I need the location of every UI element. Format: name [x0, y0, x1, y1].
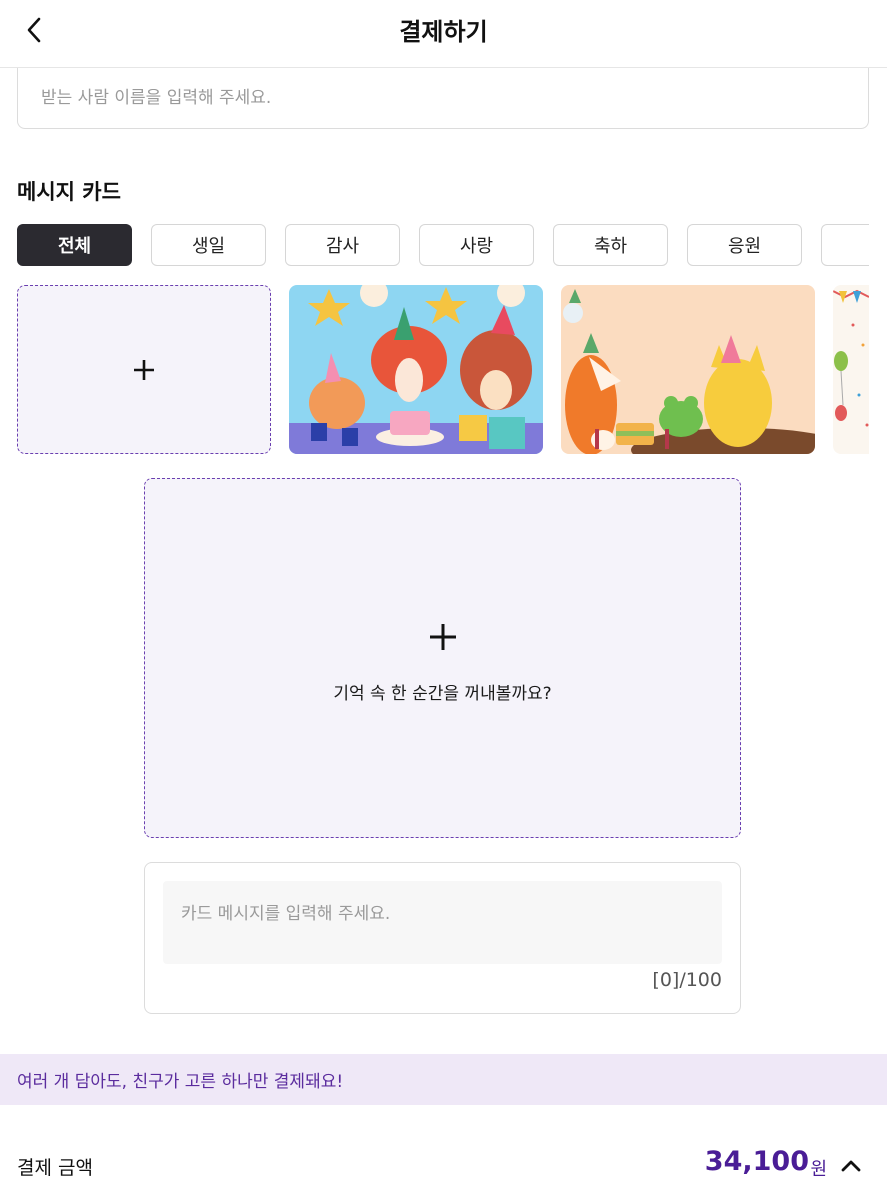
chip-cheer[interactable]: 응원	[687, 224, 802, 266]
card-message-input[interactable]	[163, 881, 722, 964]
character-counter: [0]/100	[652, 969, 722, 991]
card-design-balloons[interactable]	[833, 285, 869, 454]
chevron-up-icon	[841, 1160, 861, 1172]
payment-label: 결제 금액	[17, 1157, 93, 1179]
photo-upload-area[interactable]: 기억 속 한 순간을 꺼내볼까요?	[144, 478, 741, 838]
notice-banner: 여러 개 담아도, 친구가 고른 하나만 결제돼요!	[0, 1054, 887, 1105]
chip-all[interactable]: 전체	[17, 224, 132, 266]
card-carousel	[17, 285, 869, 455]
chip-love[interactable]: 사랑	[419, 224, 534, 266]
recipient-name-input[interactable]	[17, 68, 869, 129]
card-message-box: [0]/100	[144, 862, 741, 1014]
plus-icon	[430, 624, 456, 650]
add-card-button[interactable]	[17, 285, 271, 454]
payment-toggle-button[interactable]	[837, 1152, 865, 1180]
section-title-message-card: 메시지 카드	[17, 180, 121, 204]
page-title: 결제하기	[399, 18, 488, 46]
chip-congrats[interactable]: 축하	[553, 224, 668, 266]
photo-upload-label: 기억 속 한 순간을 꺼내볼까요?	[333, 684, 552, 704]
header: 결제하기	[0, 0, 887, 68]
payment-unit: 원	[810, 1159, 827, 1180]
card-illustration	[561, 285, 815, 454]
category-chip-bar: 전체 생일 감사 사랑 축하 응원 시	[17, 224, 869, 268]
card-design-birthday-party[interactable]	[289, 285, 543, 454]
chip-more[interactable]: 시	[821, 224, 869, 266]
chip-birthday[interactable]: 생일	[151, 224, 266, 266]
chip-thanks[interactable]: 감사	[285, 224, 400, 266]
payment-amount: 34,100	[704, 1146, 809, 1177]
card-illustration	[289, 285, 543, 454]
card-illustration	[833, 285, 869, 454]
card-design-fox-frog-cat[interactable]	[561, 285, 815, 454]
plus-icon	[134, 359, 154, 380]
